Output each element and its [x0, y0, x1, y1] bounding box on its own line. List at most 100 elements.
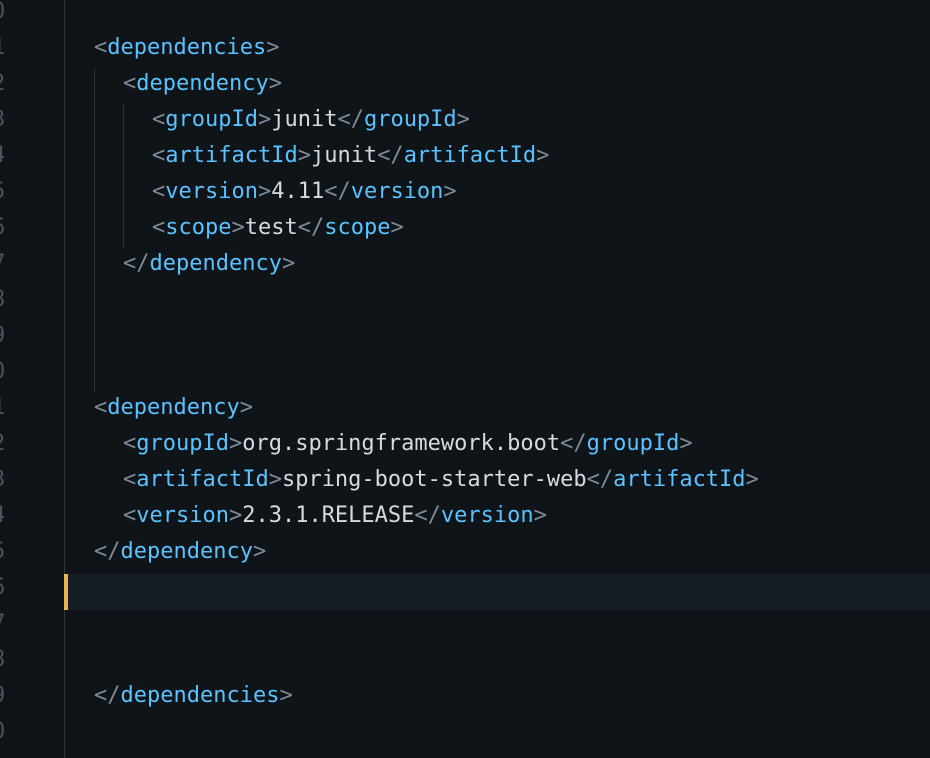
code-line[interactable]: 5 </dependency>	[0, 534, 930, 570]
tag-name: artifactId	[165, 143, 298, 168]
tag-name: dependencies	[107, 35, 267, 60]
tag-bracket: </	[324, 179, 351, 204]
tag-bracket: >	[268, 467, 282, 492]
tag-name: groupId	[136, 431, 229, 456]
tag-bracket: <	[123, 71, 137, 96]
tag-bracket: </	[377, 143, 404, 168]
tag-bracket: >	[536, 143, 550, 168]
tag-bracket: >	[252, 539, 267, 564]
tag-name: artifactId	[613, 467, 746, 492]
tag-name: dependencies	[120, 683, 280, 708]
line-code: <version>4.11</version>	[152, 174, 457, 210]
tag-name: dependency	[120, 539, 253, 564]
code-line[interactable]: 1 <dependencies>	[0, 30, 930, 66]
tag-bracket: >	[228, 503, 243, 528]
tag-bracket: </	[414, 503, 441, 528]
line-code: <groupId>org.springframework.boot</group…	[123, 426, 693, 462]
tag-name: scope	[324, 215, 391, 240]
tag-bracket: <	[94, 35, 108, 60]
tag-bracket: <	[152, 179, 166, 204]
tag-bracket: <	[123, 431, 137, 456]
code-line[interactable]: 7 </dependency>	[0, 246, 930, 282]
line-code: <dependency>	[123, 66, 282, 102]
tag-name: version	[440, 503, 534, 528]
code-line[interactable]: 0	[0, 714, 930, 750]
code-line[interactable]: 4<version>2.3.1.RELEASE</version>	[0, 498, 930, 534]
line-code: </dependencies>	[94, 678, 293, 714]
tag-bracket: >	[390, 215, 404, 240]
code-line[interactable]: 3 <artifactId>spring-boot-starter-web</ar…	[0, 462, 930, 498]
code-editor[interactable]: 01<dependencies>2<dependency>3<groupId>j…	[0, 0, 930, 758]
line-number: 8	[0, 642, 12, 678]
line-number: 0	[0, 354, 12, 390]
tag-bracket: >	[745, 467, 759, 492]
code-line[interactable]: 9	[0, 318, 930, 354]
code-line[interactable]: 4<artifactId>junit</artifactId>	[0, 138, 930, 174]
tag-name: artifactId	[136, 467, 269, 492]
line-number: 6	[0, 210, 12, 246]
code-line[interactable]: 2<groupId>org.springframework.boot</grou…	[0, 426, 930, 462]
code-line[interactable]: 2 <dependency>	[0, 66, 930, 102]
text-value: spring-boot-starter-web	[281, 467, 587, 492]
line-number: 4	[0, 498, 12, 534]
code-line[interactable]: 8	[0, 282, 930, 318]
line-number: 2	[0, 66, 12, 102]
code-line[interactable]: 5<version>4.11</version>	[0, 174, 930, 210]
tag-bracket: >	[239, 395, 253, 420]
line-number: 5	[0, 534, 12, 570]
tag-name: groupId	[586, 431, 680, 456]
tag-name: dependency	[107, 395, 240, 420]
tag-bracket: >	[228, 431, 243, 456]
line-number: 7	[0, 606, 12, 642]
line-code: <scope>test</scope>	[152, 210, 404, 246]
code-line[interactable]: 6 <scope>test</scope>	[0, 210, 930, 246]
tag-bracket: >	[257, 107, 272, 132]
code-line[interactable]: 0	[0, 0, 930, 30]
tag-bracket: >	[266, 35, 280, 60]
tag-bracket: >	[297, 143, 311, 168]
code-line[interactable]: 9 </dependencies>	[0, 678, 930, 714]
line-number: 1	[0, 390, 12, 426]
tag-bracket: <	[94, 395, 108, 420]
line-number: 3	[0, 102, 12, 138]
tag-name: dependency	[149, 251, 282, 276]
tag-name: dependency	[136, 71, 269, 96]
tag-bracket: </	[337, 107, 364, 132]
text-value: junit	[310, 143, 378, 168]
tag-name: version	[165, 179, 258, 204]
code-line[interactable]: 7	[0, 606, 930, 642]
line-code: <artifactId>junit</artifactId>	[152, 138, 549, 174]
code-line[interactable]: 8	[0, 642, 930, 678]
tag-bracket: <	[152, 107, 166, 132]
line-number: 0	[0, 714, 12, 750]
line-number: 4	[0, 138, 12, 174]
line-code: <artifactId>spring-boot-starter-web</art…	[123, 462, 759, 498]
text-value: 2.3.1.RELEASE	[242, 503, 415, 528]
tag-bracket: </	[560, 431, 587, 456]
code-line[interactable]: 6	[0, 570, 930, 606]
line-number: 6	[0, 570, 12, 606]
line-code: <groupId>junit</groupId>	[152, 102, 470, 138]
line-number: 8	[0, 282, 12, 318]
line-code: <dependencies>	[94, 30, 279, 66]
line-number: 9	[0, 318, 12, 354]
code-line[interactable]: 3<groupId>junit</groupId>	[0, 102, 930, 138]
tag-name: version	[136, 503, 229, 528]
tag-bracket: </	[123, 251, 150, 276]
tag-bracket: </	[297, 215, 325, 240]
text-value: junit	[271, 107, 338, 132]
code-line[interactable]: 1 <dependency>	[0, 390, 930, 426]
tag-bracket: >	[533, 503, 547, 528]
tag-name: version	[350, 179, 444, 204]
line-number: 3	[0, 462, 12, 498]
tag-bracket: </	[94, 683, 121, 708]
tag-name: groupId	[165, 107, 258, 132]
code-line[interactable]: 0	[0, 354, 930, 390]
tag-bracket: >	[443, 179, 457, 204]
tag-bracket: >	[281, 251, 296, 276]
line-number: 9	[0, 678, 12, 714]
tag-name: groupId	[363, 107, 457, 132]
tag-bracket: >	[268, 71, 282, 96]
line-code: </dependency>	[123, 246, 295, 282]
tag-bracket: </	[94, 539, 121, 564]
